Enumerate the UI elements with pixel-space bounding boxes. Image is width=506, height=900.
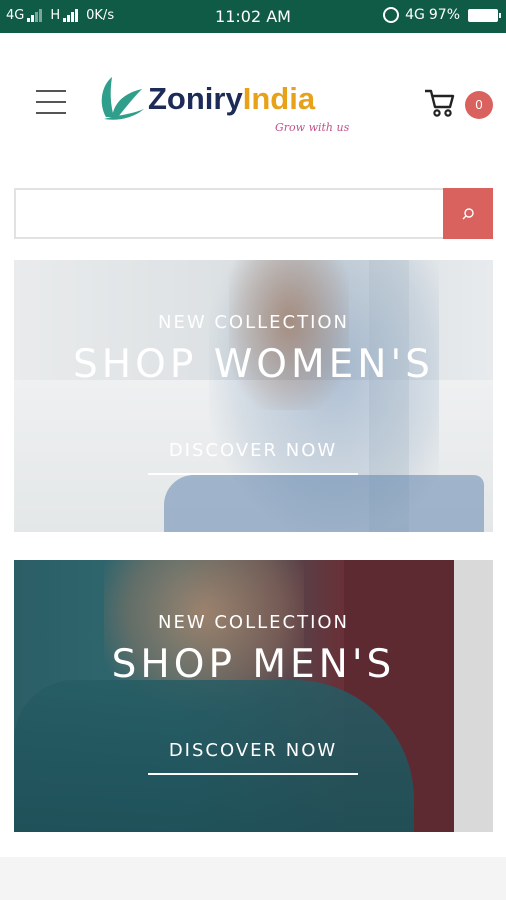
- search-icon: [462, 207, 474, 219]
- discover-now-women-link[interactable]: DISCOVER NOW: [148, 440, 358, 475]
- banner-women-subtitle: NEW COLLECTION: [157, 312, 350, 333]
- battery-percent: 97%: [428, 7, 460, 23]
- app-screen: ZoniryIndia Grow with us 0 NEW COLLECTIO…: [0, 33, 506, 857]
- status-bar: 4G H 0K/s 11:02 AM 4G 97%: [0, 0, 506, 33]
- alarm-icon: [383, 7, 400, 23]
- logo[interactable]: ZoniryIndia Grow with us: [96, 73, 356, 143]
- banner-shop-women[interactable]: NEW COLLECTION SHOP WOMEN'S DISCOVER NOW: [14, 260, 493, 532]
- cart-icon[interactable]: [423, 85, 457, 119]
- search-button[interactable]: [443, 188, 493, 239]
- footer-strip: [0, 857, 506, 900]
- logo-text: ZoniryIndia: [148, 81, 315, 117]
- banner-image-men: [14, 560, 493, 832]
- banner-men-subtitle: NEW COLLECTION: [157, 612, 350, 633]
- discover-now-men-link[interactable]: DISCOVER NOW: [148, 740, 358, 775]
- battery-icon: [468, 8, 501, 22]
- banner-image-women: [14, 260, 493, 532]
- logo-text-part1: Zoniry: [148, 81, 243, 116]
- leaf-logo-icon: [101, 77, 144, 120]
- logo-text-part2: India: [242, 81, 316, 116]
- banner-men-title: SHOP MEN'S: [111, 642, 396, 687]
- banner-women-title: SHOP WOMEN'S: [73, 342, 434, 387]
- menu-icon[interactable]: [36, 90, 66, 116]
- banner-shop-men[interactable]: NEW COLLECTION SHOP MEN'S DISCOVER NOW: [14, 560, 493, 832]
- status-right: 4G 97%: [383, 7, 501, 23]
- search-input[interactable]: [14, 188, 445, 239]
- network-type-right: 4G: [405, 7, 425, 23]
- cart-count-badge[interactable]: 0: [465, 91, 493, 119]
- header: ZoniryIndia Grow with us 0: [0, 33, 506, 163]
- logo-tagline: Grow with us: [275, 121, 350, 134]
- search-bar: [14, 188, 493, 239]
